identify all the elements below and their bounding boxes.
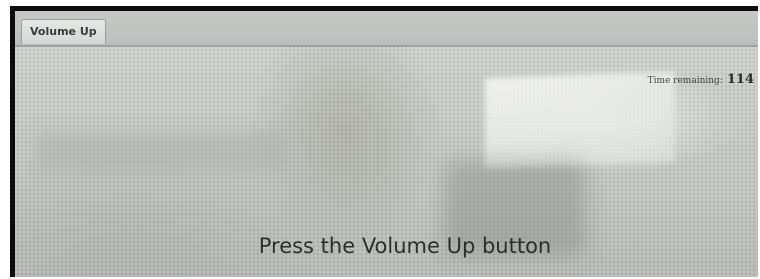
app-screen: Volume Up Time remaining: 114 Press the V… [15,11,758,277]
time-remaining-label: Time remaining: [647,76,723,86]
time-remaining-value: 114 [726,72,754,87]
screen-glare-bright [485,71,675,169]
screen-glare-left [35,131,285,171]
tab-label: Volume Up [30,25,97,38]
monitor-frame: Volume Up Time remaining: 114 Press the V… [10,6,758,277]
tab-volume-up[interactable]: Volume Up [21,19,106,44]
tab-bar: Volume Up [15,11,758,47]
time-remaining: Time remaining: 114 [648,68,754,87]
instruction-prompt: Press the Volume Up button [258,234,552,258]
